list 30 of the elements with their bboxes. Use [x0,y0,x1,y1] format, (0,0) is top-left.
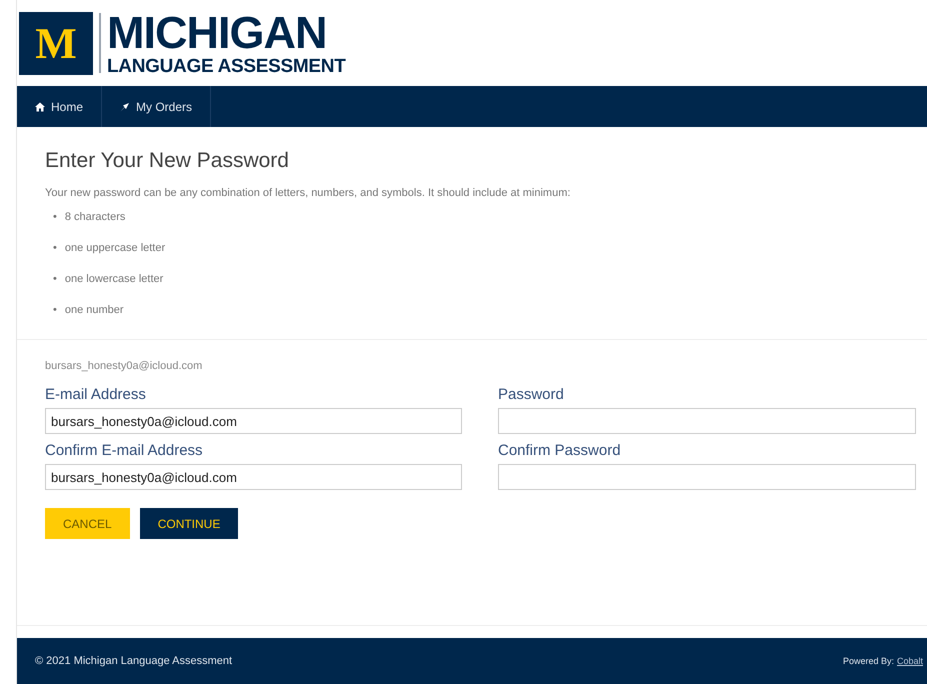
input-field[interactable] [498,408,916,434]
footer-link[interactable]: Cobalt [896,656,923,666]
requirement-item: one lowercase letter [64,273,164,285]
intro-text: Your new password can be any combination of letters, numbers, and symbols. It should include at minimum: [45,187,572,199]
copyright-text: © 2021 Michigan Language Assessment [35,655,232,667]
logo-title: MICHIGAN [107,10,328,55]
continue-button[interactable]: CONTINUE [140,508,238,539]
bullet-mark: • [53,273,57,285]
logo-subtitle: LANGUAGE ASSESSMENT [107,57,346,76]
page-heading: Enter Your New Password [45,149,290,173]
requirement-item: one uppercase letter [64,242,166,254]
nav-link[interactable]: My Orders [102,86,212,127]
home-icon [35,102,45,112]
requirement-item: one number [64,304,124,316]
bullet-mark: • [53,304,57,316]
account-email: bursars_honesty0a@icloud.com [45,360,204,372]
nav-link[interactable]: Home [17,86,102,127]
field-label: Confirm Password [498,442,622,459]
field-label: E-mail Address [45,386,147,403]
bullet-mark: • [53,242,57,254]
field-label: Confirm E-mail Address [45,442,204,459]
field-label: Password [498,386,565,403]
input-field[interactable]: bursars_honesty0a@icloud.com [45,464,462,490]
bullet-mark: • [53,211,57,223]
cancel-button[interactable]: CANCEL [45,508,130,539]
input-field[interactable] [498,464,916,490]
requirement-item: 8 characters [64,211,126,223]
input-field[interactable]: bursars_honesty0a@icloud.com [45,408,462,434]
powered-by-text: Powered By: [842,656,894,666]
logo-mark: M [19,12,93,74]
